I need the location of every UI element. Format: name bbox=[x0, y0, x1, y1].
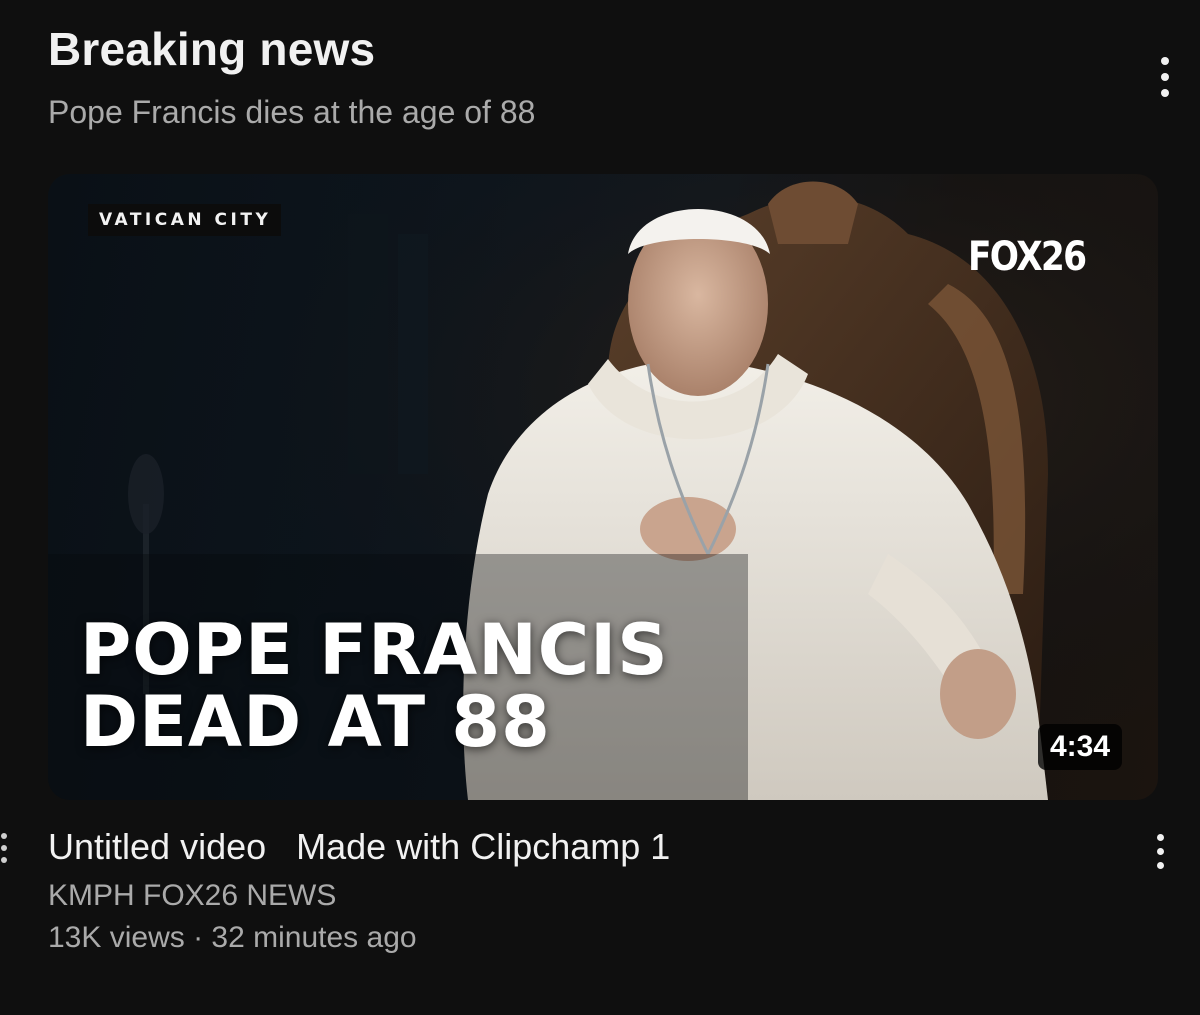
headline-line-1: POPE FRANCIS bbox=[80, 609, 669, 691]
video-duration-badge: 4:34 bbox=[1038, 724, 1123, 770]
fox26-logo: FOX26 bbox=[968, 234, 1087, 280]
publish-time: 32 minutes ago bbox=[211, 921, 417, 954]
video-more-options-button[interactable] bbox=[1140, 816, 1180, 886]
shelf-more-options-button[interactable] bbox=[1145, 42, 1185, 112]
shelf-subtitle: Pope Francis dies at the age of 88 bbox=[48, 94, 536, 130]
video-metadata: 13K views · 32 minutes ago bbox=[48, 921, 417, 955]
shelf-title: Breaking news bbox=[48, 23, 376, 75]
thumbnail-headline: POPE FRANCIS DEAD AT 88 bbox=[80, 614, 669, 758]
video-thumbnail[interactable]: VATICAN CITY FOX26 POPE FRANCIS DEAD AT … bbox=[48, 174, 1158, 800]
headline-line-2: DEAD AT 88 bbox=[80, 681, 551, 763]
more-options-icon bbox=[1161, 57, 1169, 65]
channel-name[interactable]: KMPH FOX26 NEWS bbox=[48, 879, 336, 913]
view-count: 13K views bbox=[48, 921, 185, 954]
video-title[interactable]: Untitled video Made with Clipchamp 1 bbox=[48, 826, 670, 868]
location-tag: VATICAN CITY bbox=[88, 204, 282, 236]
more-options-icon bbox=[1156, 833, 1164, 841]
meta-separator: · bbox=[193, 921, 204, 954]
previous-item-more-options-icon[interactable] bbox=[0, 826, 10, 870]
